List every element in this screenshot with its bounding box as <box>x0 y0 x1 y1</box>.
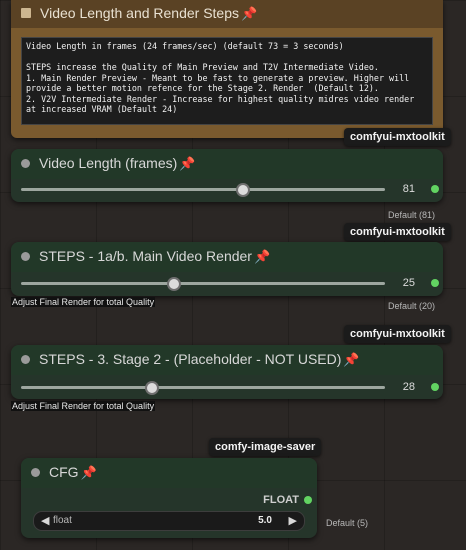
collapse-toggle[interactable] <box>21 159 30 168</box>
slider-track[interactable] <box>21 386 385 389</box>
node-source-tag: comfyui-mxtoolkit <box>344 325 451 343</box>
slider-value[interactable]: 28 <box>385 381 415 393</box>
slider-track[interactable] <box>21 282 385 285</box>
node-title: Video Length (frames) <box>39 155 178 171</box>
steps-stage2-node[interactable]: STEPS - 3. Stage 2 - (Placeholder - NOT … <box>11 345 443 399</box>
float-label: float <box>53 515 72 526</box>
output-connector[interactable] <box>431 279 439 287</box>
slider-track[interactable] <box>21 188 385 191</box>
pin-icon: 📌 <box>179 156 196 171</box>
node-header[interactable]: Video Length (frames) 📌 <box>11 149 443 179</box>
slider-thumb[interactable] <box>236 183 251 197</box>
node-source-tag: comfy-image-saver <box>209 438 322 456</box>
slider-value[interactable]: 81 <box>385 183 415 195</box>
node-title: STEPS - 3. Stage 2 - (Placeholder - NOT … <box>39 351 342 367</box>
collapse-toggle[interactable] <box>21 355 30 364</box>
steps-main-node[interactable]: STEPS - 1a/b. Main Video Render 📌 25 <box>11 242 443 296</box>
node-header[interactable]: STEPS - 3. Stage 2 - (Placeholder - NOT … <box>11 345 443 375</box>
node-title: STEPS - 1a/b. Main Video Render <box>39 248 252 264</box>
output-connector[interactable] <box>431 383 439 391</box>
slider-thumb[interactable] <box>145 381 160 395</box>
output-connector[interactable] <box>431 185 439 193</box>
output-connector[interactable] <box>304 496 312 504</box>
collapse-toggle[interactable] <box>21 8 31 18</box>
collapse-toggle[interactable] <box>31 468 40 477</box>
float-input[interactable]: ◀ float 5.0 ▶ <box>33 511 305 531</box>
node-title: CFG <box>49 464 79 480</box>
node-source-tag: comfyui-mxtoolkit <box>344 223 451 241</box>
note-title: Video Length and Render Steps <box>40 5 240 21</box>
node-header[interactable]: CFG 📌 <box>21 458 317 488</box>
arrow-left-icon[interactable]: ◀ <box>41 514 49 527</box>
node-source-tag: comfyui-mxtoolkit <box>344 128 451 146</box>
default-value: Default (81) <box>388 210 436 220</box>
slider-value[interactable]: 25 <box>385 277 415 289</box>
float-value[interactable]: 5.0 <box>258 515 272 526</box>
arrow-right-icon[interactable]: ▶ <box>289 514 297 527</box>
node-description: Adjust Final Render for total Quality <box>11 297 156 307</box>
video-length-node[interactable]: Video Length (frames) 📌 81 <box>11 149 443 202</box>
note-text[interactable]: Video Length in frames (24 frames/sec) (… <box>21 37 433 125</box>
note-node[interactable]: Video Length and Render Steps 📌 Video Len… <box>11 0 443 138</box>
node-description: Adjust Final Render for total Quality <box>11 401 156 411</box>
pin-icon: 📌 <box>253 249 271 264</box>
collapse-toggle[interactable] <box>21 252 30 261</box>
note-header[interactable]: Video Length and Render Steps 📌 <box>11 0 443 28</box>
node-header[interactable]: STEPS - 1a/b. Main Video Render 📌 <box>11 242 443 272</box>
pin-icon: 📌 <box>241 6 258 21</box>
default-value: Default (20) <box>388 301 436 311</box>
pin-icon: 📌 <box>343 352 360 367</box>
output-label: FLOAT <box>263 494 299 506</box>
slider-thumb[interactable] <box>166 277 181 291</box>
pin-icon: 📌 <box>80 465 97 480</box>
default-value: Default (5) <box>326 518 369 528</box>
